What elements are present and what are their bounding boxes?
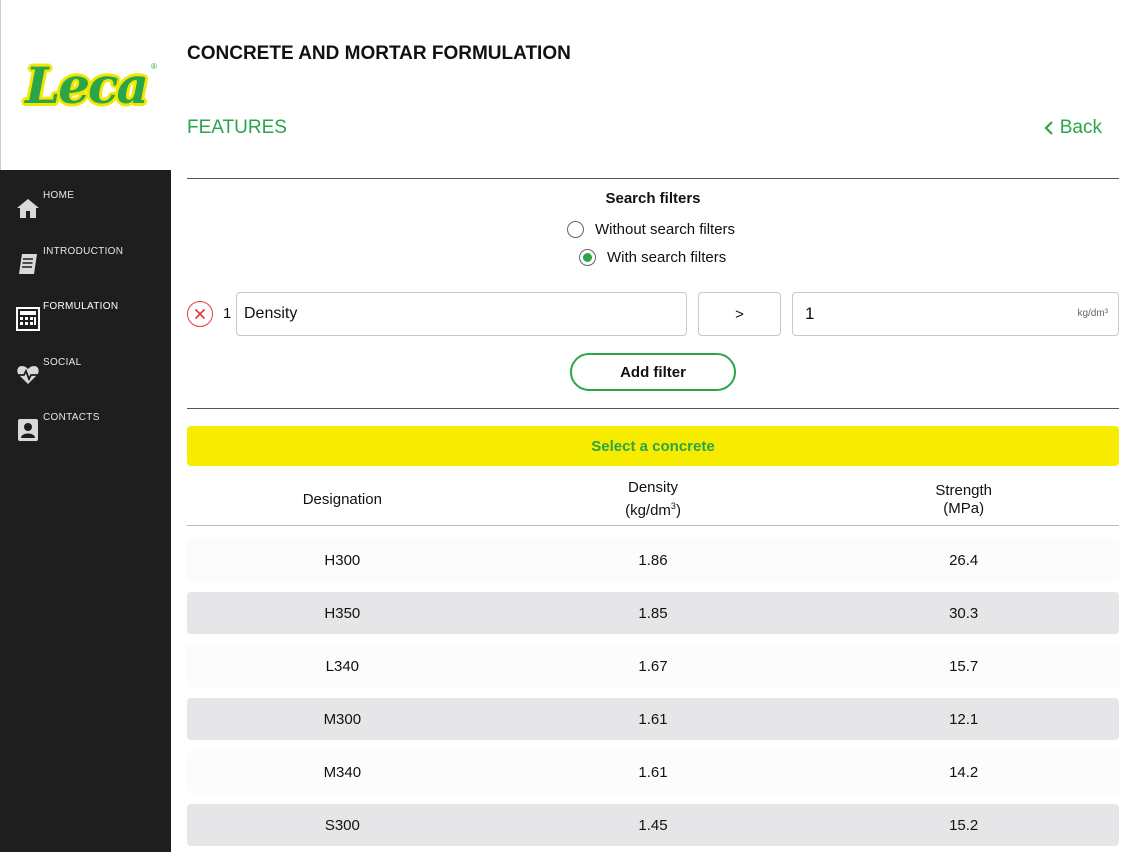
cell-designation: M300 [323,710,362,728]
filter-unit: kg/dm³ [1077,308,1108,319]
cell-strength: 14.2 [949,763,979,781]
table-header: Designation Density (kg/dm3) Strength (M… [187,474,1119,526]
heart-pulse-icon [17,366,39,384]
filter-value-text: 1 [805,304,815,323]
filter-operator-select[interactable]: > [698,292,781,336]
sidebar-item-label: SOCIAL [43,357,82,368]
unit-close: ) [675,502,681,519]
radio-label: Without search filters [595,221,736,238]
divider [187,408,1119,409]
radio-button[interactable] [567,221,584,238]
cell-strength: 12.1 [949,710,979,728]
filter-field-value: Density [244,305,298,322]
table-row[interactable]: L340 1.67 15.7 [187,645,1119,687]
chevron-left-icon [1044,121,1053,135]
sidebar-item-social[interactable]: SOCIAL [0,353,171,397]
radio-without-filters[interactable]: Without search filters [567,221,735,238]
column-header-strength[interactable]: Strength (MPa) [808,474,1119,525]
logo-text: Leca [25,55,149,115]
radio-dot [583,253,592,262]
sidebar-item-label: CONTACTS [43,412,100,423]
cell-strength: 30.3 [949,604,979,622]
unit-text: (kg/dm [625,502,671,519]
radio-label: With search filters [607,249,727,266]
cell-density: 1.85 [638,604,668,622]
header-label: Designation [302,490,382,508]
sidebar-item-label: INTRODUCTION [43,246,124,257]
cell-strength: 15.7 [949,657,979,675]
logo-area: Leca ® [0,0,171,170]
sidebar-item-formulation[interactable]: FORMULATION [0,297,171,341]
table-row[interactable]: M340 1.61 14.2 [187,751,1119,793]
filter-value-input[interactable]: 1 kg/dm³ [792,292,1119,336]
header-label: Density [627,479,679,496]
back-button[interactable]: Back [1044,117,1102,139]
header-unit: (kg/dm3) [625,497,681,520]
table-row[interactable]: M300 1.61 12.1 [187,698,1119,740]
table-row[interactable]: H350 1.85 30.3 [187,592,1119,634]
cell-designation: H300 [324,551,361,569]
cell-density: 1.61 [638,763,668,781]
sidebar-item-label: HOME [43,190,75,201]
filter-index: 1 [223,305,232,322]
cell-density: 1.86 [638,551,668,569]
cell-designation: S300 [324,816,360,834]
radio-with-filters[interactable]: With search filters [579,249,726,266]
header-label: Strength [935,481,993,499]
search-filters-heading: Search filters [605,190,701,207]
cell-strength: 26.4 [949,551,979,569]
sidebar-item-contacts[interactable]: CONTACTS [0,408,171,452]
sidebar-item-home[interactable]: HOME [0,186,171,230]
cell-density: 1.67 [638,657,668,675]
table-row[interactable]: H300 1.86 26.4 [187,539,1119,581]
cell-designation: L340 [325,657,360,675]
header-unit: (MPa) [943,499,985,517]
concrete-table-body: H300 1.86 26.4 H350 1.85 30.3 L340 1.67 … [187,539,1119,852]
column-header-designation[interactable]: Designation [187,474,498,525]
filter-field-select[interactable]: Density [236,292,687,336]
column-header-density[interactable]: Density (kg/dm3) [498,474,809,525]
sidebar-item-label: FORMULATION [43,301,119,312]
close-icon [194,308,206,320]
leca-logo: Leca ® [25,55,157,115]
sidebar-item-introduction[interactable]: INTRODUCTION [0,242,171,286]
app-root: Leca ® HOME INTRODUCTION FORMULATION SOC… [0,0,1136,852]
table-row[interactable]: S300 1.45 15.2 [187,804,1119,846]
calculator-icon [16,307,40,331]
cell-strength: 15.2 [949,816,979,834]
radio-button-selected[interactable] [579,249,596,266]
sidebar: HOME INTRODUCTION FORMULATION SOCIAL CON… [0,170,171,852]
back-label: Back [1059,117,1102,138]
section-title: FEATURES [187,117,287,138]
book-icon [19,254,37,274]
cell-density: 1.61 [638,710,668,728]
divider [187,178,1119,179]
filter-operator-value: > [735,305,744,323]
logo-registered-mark: ® [151,61,157,71]
cell-designation: M340 [323,763,362,781]
cell-designation: H350 [324,604,361,622]
page-title: CONCRETE AND MORTAR FORMULATION [187,43,571,64]
add-filter-button[interactable]: Add filter [570,353,736,391]
select-concrete-banner: Select a concrete [187,426,1119,466]
contact-card-icon [18,419,38,441]
remove-filter-button[interactable] [187,301,213,327]
cell-density: 1.45 [638,816,668,834]
home-icon [17,199,39,218]
